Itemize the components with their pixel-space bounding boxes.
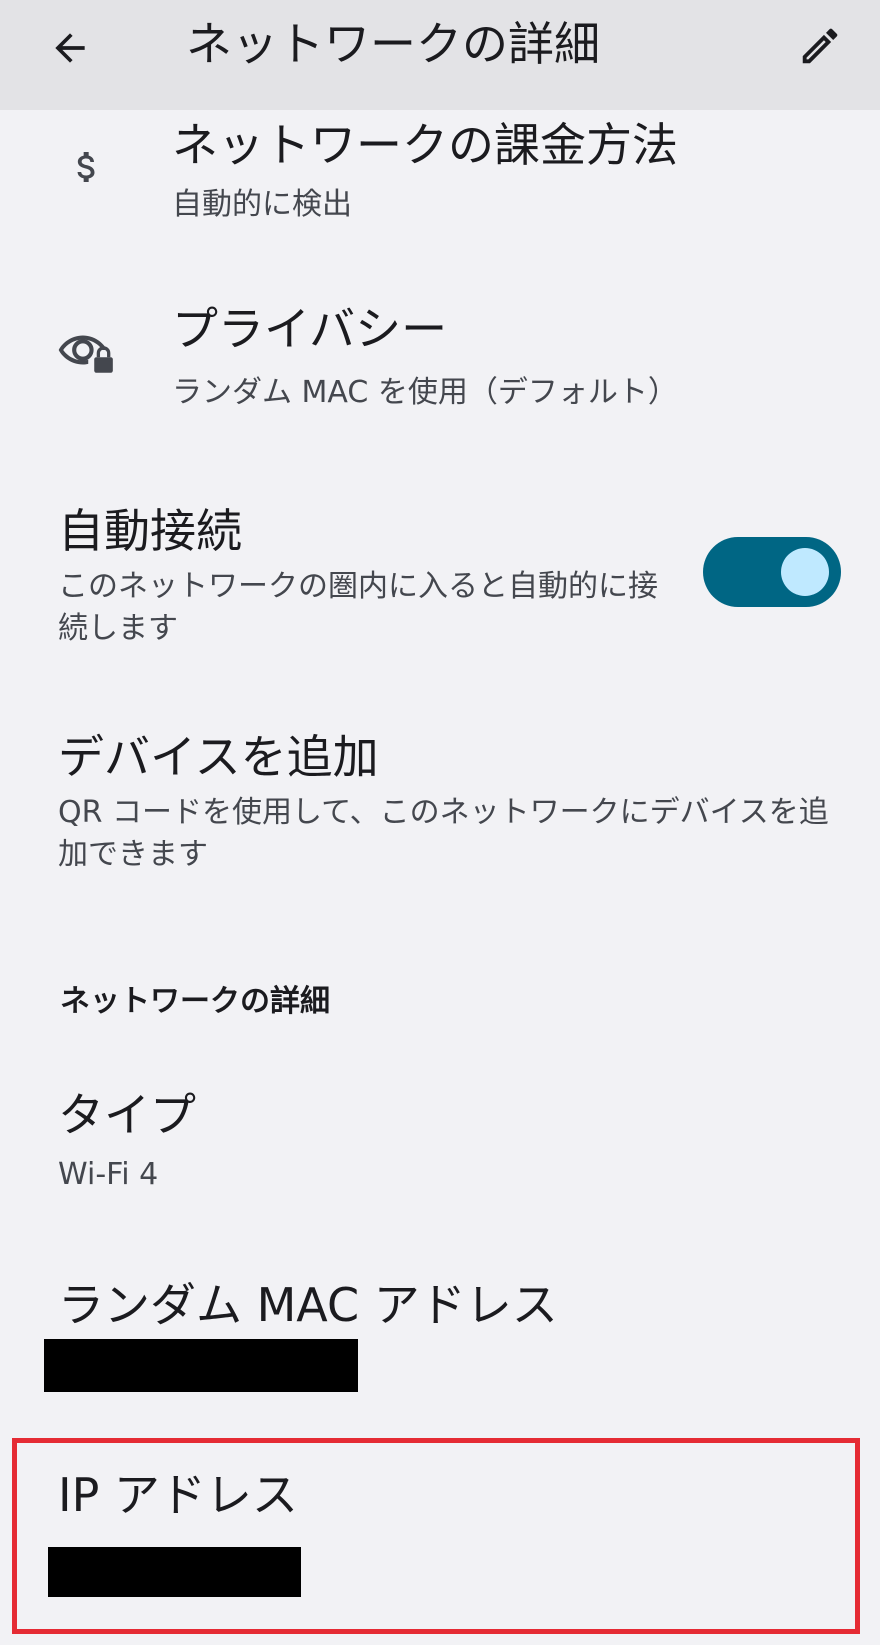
top-app-bar: ネットワークの詳細 (0, 0, 880, 110)
metered-title: ネットワークの課金方法 (172, 118, 678, 172)
pencil-icon (802, 28, 838, 64)
page-title: ネットワークの詳細 (186, 17, 600, 71)
mac-address-label: ランダム MAC アドレス (58, 1278, 558, 1332)
add-device-subtitle: QR コードを使用して、このネットワークにデバイスを追加できます (58, 795, 829, 872)
edit-button[interactable] (790, 16, 850, 76)
network-details-header: ネットワークの詳細 (60, 984, 330, 1019)
metered-subtitle: 自動的に検出 (172, 187, 352, 222)
privacy-subtitle: ランダム MAC を使用（デフォルト） (172, 375, 678, 410)
back-button[interactable] (40, 18, 100, 78)
eye-lock-icon (52, 315, 122, 385)
auto-connect-subtitle: このネットワークの圏内に入ると自動的に接続します (58, 569, 658, 646)
auto-connect-toggle[interactable] (703, 537, 841, 607)
add-device-title: デバイスを追加 (58, 730, 379, 784)
mac-address-redacted (44, 1339, 358, 1392)
metered-setting[interactable]: ネットワークの課金方法 自動的に検出 (0, 110, 880, 240)
add-device-setting[interactable]: デバイスを追加 QR コードを使用して、このネットワークにデバイスを追加できます (0, 722, 880, 882)
type-info: タイプ Wi-Fi 4 (0, 1080, 880, 1200)
ip-address-highlight (12, 1438, 860, 1634)
privacy-setting[interactable]: プライバシー ランダム MAC を使用（デフォルト） (0, 300, 880, 430)
type-label: タイプ (58, 1088, 196, 1142)
toggle-thumb (781, 548, 829, 596)
privacy-title: プライバシー (172, 302, 448, 356)
auto-connect-title: 自動接続 (58, 504, 242, 558)
type-value: Wi-Fi 4 (58, 1157, 159, 1192)
arrow-back-icon (55, 33, 85, 63)
dollar-icon (52, 132, 122, 202)
